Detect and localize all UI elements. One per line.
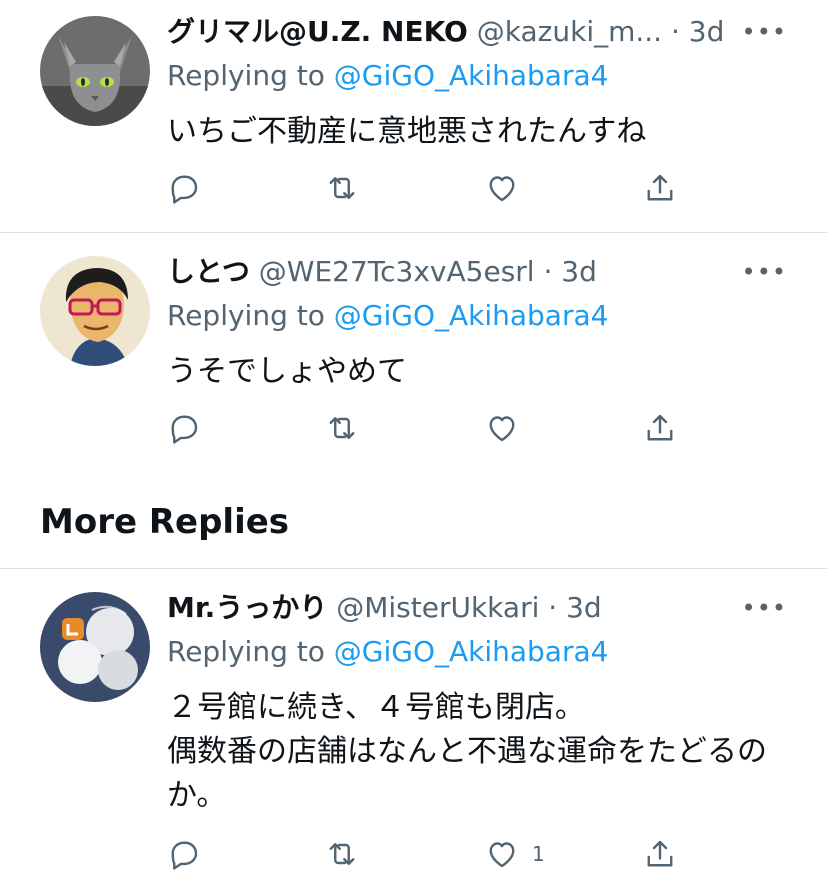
share-icon bbox=[647, 414, 673, 441]
replying-to: Replying to @GiGO_Akihabara4 bbox=[167, 296, 608, 336]
tweet-header: Mr.うっかり @MisterUkkari · 3d bbox=[167, 588, 767, 628]
like-count: 1 bbox=[532, 842, 545, 866]
replying-to-label: Replying to bbox=[167, 299, 325, 332]
retweet-button[interactable] bbox=[324, 168, 360, 208]
share-button[interactable] bbox=[642, 834, 678, 874]
share-icon bbox=[647, 174, 673, 201]
tweet-actions bbox=[166, 408, 686, 448]
reply-icon bbox=[171, 415, 198, 444]
reply-icon bbox=[171, 841, 198, 870]
tweet-header: しとつ @WE27Tc3xvA5esrl · 3d bbox=[167, 252, 767, 292]
reply-button[interactable] bbox=[166, 834, 202, 874]
like-button[interactable] bbox=[484, 168, 532, 208]
like-button[interactable]: 1 bbox=[484, 834, 545, 874]
reply-tweet[interactable]: Mr.うっかり @MisterUkkari · 3d ••• Replying … bbox=[0, 588, 827, 888]
tweet-text: うそでしょやめて bbox=[167, 354, 407, 389]
user-handle[interactable]: @kazuki_m... bbox=[477, 15, 662, 48]
retweet-icon bbox=[329, 417, 355, 439]
retweet-icon bbox=[329, 177, 355, 199]
tweet-text: いちご不動産に意地悪されたんすね bbox=[167, 114, 647, 149]
tweet-header: グリマル@U.Z. NEKO @kazuki_m... · 3d bbox=[167, 12, 767, 52]
separator-dot: · bbox=[543, 255, 553, 288]
avatar[interactable] bbox=[40, 16, 150, 126]
reply-button[interactable] bbox=[166, 168, 202, 208]
share-icon bbox=[647, 840, 673, 867]
replying-to: Replying to @GiGO_Akihabara4 bbox=[167, 56, 608, 96]
retweet-button[interactable] bbox=[324, 408, 360, 448]
anime-face-avatar-icon bbox=[40, 256, 150, 366]
share-button[interactable] bbox=[642, 168, 678, 208]
retweet-icon bbox=[329, 843, 355, 865]
heart-icon bbox=[489, 176, 515, 202]
reply-tweet[interactable]: しとつ @WE27Tc3xvA5esrl · 3d ••• Replying t… bbox=[0, 252, 827, 452]
replying-to-label: Replying to bbox=[167, 59, 325, 92]
replying-to-label: Replying to bbox=[167, 635, 325, 668]
timestamp[interactable]: 3d bbox=[689, 15, 725, 48]
tweet-actions: 1 bbox=[166, 834, 686, 874]
tweet-text: ２号館に続き、４号館も閉店。 偶数番の店舗はなんと不遇な運命をたどるのか。 bbox=[167, 690, 767, 813]
divider bbox=[0, 568, 827, 569]
display-name[interactable]: グリマル@U.Z. NEKO bbox=[167, 15, 468, 48]
avatar[interactable] bbox=[40, 592, 150, 702]
retweet-button[interactable] bbox=[324, 834, 360, 874]
timestamp[interactable]: 3d bbox=[561, 255, 597, 288]
reply-icon bbox=[171, 175, 198, 204]
more-options-icon[interactable]: ••• bbox=[742, 12, 787, 52]
capsules-avatar-icon bbox=[40, 592, 150, 702]
heart-icon bbox=[489, 842, 515, 868]
display-name[interactable]: しとつ bbox=[167, 255, 250, 288]
reply-button[interactable] bbox=[166, 408, 202, 448]
avatar[interactable] bbox=[40, 256, 150, 366]
timestamp[interactable]: 3d bbox=[566, 591, 602, 624]
mention-link[interactable]: @GiGO_Akihabara4 bbox=[334, 635, 609, 668]
like-button[interactable] bbox=[484, 408, 532, 448]
display-name[interactable]: Mr.うっかり bbox=[167, 591, 327, 624]
separator-dot: · bbox=[670, 15, 680, 48]
divider bbox=[0, 232, 827, 233]
separator-dot: · bbox=[548, 591, 558, 624]
user-handle[interactable]: @MisterUkkari bbox=[336, 591, 539, 624]
mention-link[interactable]: @GiGO_Akihabara4 bbox=[334, 299, 609, 332]
mention-link[interactable]: @GiGO_Akihabara4 bbox=[334, 59, 609, 92]
cat-avatar-icon bbox=[40, 16, 150, 126]
tweet-actions bbox=[166, 168, 686, 208]
more-options-icon[interactable]: ••• bbox=[742, 252, 787, 292]
more-options-icon[interactable]: ••• bbox=[742, 588, 787, 628]
replying-to: Replying to @GiGO_Akihabara4 bbox=[167, 632, 608, 672]
heart-icon bbox=[489, 416, 515, 442]
user-handle[interactable]: @WE27Tc3xvA5esrl bbox=[259, 255, 535, 288]
share-button[interactable] bbox=[642, 408, 678, 448]
reply-tweet[interactable]: グリマル@U.Z. NEKO @kazuki_m... · 3d ••• Rep… bbox=[0, 12, 827, 222]
more-replies-heading: More Replies bbox=[40, 502, 290, 542]
